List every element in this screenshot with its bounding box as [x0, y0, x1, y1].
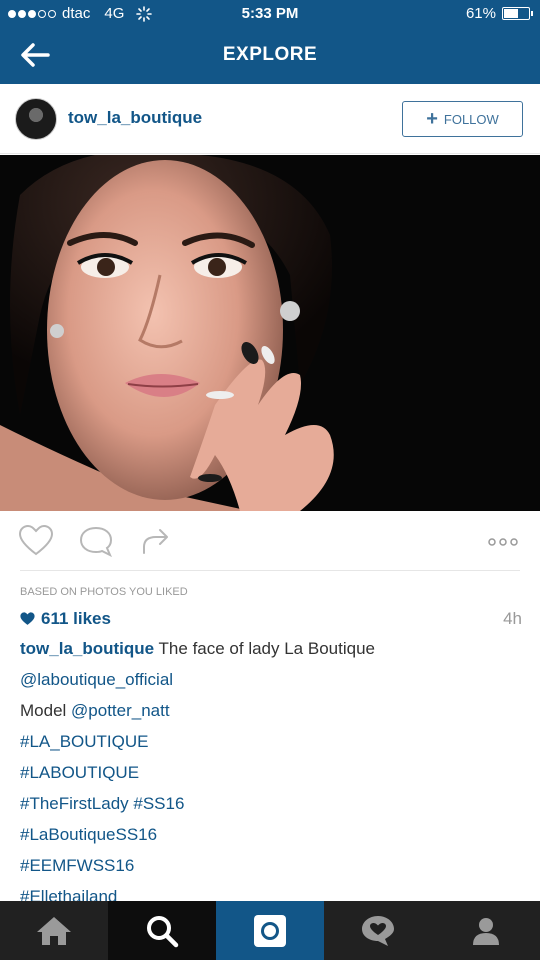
portrait-image [0, 155, 540, 511]
post-username[interactable]: tow_la_boutique [68, 108, 202, 128]
caption-model-prefix: Model [20, 701, 72, 720]
battery-percent: 61% [465, 5, 496, 22]
post-actions [0, 511, 540, 571]
divider [20, 570, 520, 571]
profile-icon [473, 917, 499, 945]
search-icon [147, 915, 179, 947]
tab-camera[interactable] [216, 901, 324, 960]
share-icon[interactable] [138, 525, 174, 557]
caption-text: The face of lady La Boutique [158, 639, 375, 658]
battery-icon [502, 7, 533, 20]
heart-icon[interactable] [18, 525, 54, 557]
post-header: tow_la_boutique + FOLLOW [0, 84, 540, 154]
plus-icon: + [426, 108, 438, 130]
caption-hashtag[interactable]: #LaBoutiqueSS16 [20, 826, 525, 857]
recommendation-note: BASED ON PHOTOS YOU LIKED [20, 586, 188, 598]
tab-bar [0, 901, 540, 960]
caption-hashtag[interactable]: #EEMFWSS16 [20, 857, 525, 888]
caption-first-line: tow_la_boutique The face of lady La Bout… [20, 640, 525, 671]
home-icon [37, 916, 71, 945]
more-options-icon[interactable] [486, 537, 522, 547]
likes-count[interactable]: 611 likes [20, 609, 111, 629]
caption-mention-official[interactable]: @laboutique_official [20, 671, 525, 702]
tab-activity[interactable] [324, 901, 432, 960]
status-bar: dtac 4G 5:33 PM 61% [0, 0, 540, 28]
page-title: EXPLORE [222, 44, 318, 65]
tab-home[interactable] [0, 901, 108, 960]
caption: tow_la_boutique The face of lady La Bout… [20, 640, 525, 919]
caption-hashtag[interactable]: #LABOUTIQUE [20, 764, 525, 795]
status-time: 5:33 PM [241, 5, 299, 22]
battery-fill [504, 9, 519, 18]
likes-label: 611 likes [41, 609, 111, 628]
camera-icon [254, 914, 286, 947]
tab-profile[interactable] [432, 901, 540, 960]
heart-filled-icon [20, 612, 35, 625]
follow-button[interactable]: + FOLLOW [402, 101, 523, 137]
status-right: 61% [465, 5, 533, 22]
comment-icon[interactable] [78, 525, 114, 557]
post-age: 4h [503, 609, 522, 628]
caption-model-mention[interactable]: @potter_natt [71, 701, 170, 720]
top-bar: dtac 4G 5:33 PM 61% EXPLORE [0, 0, 540, 84]
caption-hashtag[interactable]: #TheFirstLady #SS16 [20, 795, 525, 826]
caption-model-line: Model @potter_natt [20, 702, 525, 733]
post-photo[interactable] [0, 155, 540, 511]
caption-hashtag[interactable]: #LA_BOUTIQUE [20, 733, 525, 764]
tab-explore[interactable] [108, 901, 216, 960]
follow-label: FOLLOW [443, 111, 499, 127]
avatar[interactable] [15, 98, 57, 140]
caption-username[interactable]: tow_la_boutique [20, 639, 154, 658]
activity-bubble-icon [362, 915, 394, 946]
